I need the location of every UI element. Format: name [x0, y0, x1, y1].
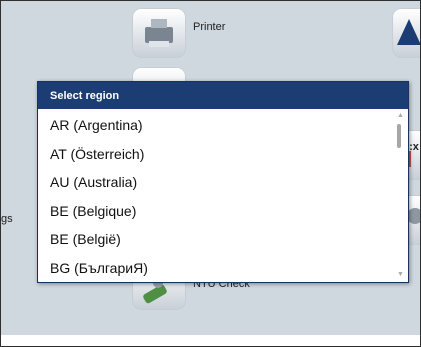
list-item[interactable]: AT (Österreich) [38, 140, 390, 169]
list-item[interactable]: AU (Australia) [38, 168, 390, 197]
printer-icon [145, 19, 173, 47]
list-item[interactable]: BE (Belgique) [38, 197, 390, 226]
scroll-down-icon[interactable]: ▼ [397, 271, 404, 278]
arrow-icon [397, 19, 420, 45]
list-item[interactable]: BE (België) [38, 225, 390, 254]
scrollbar[interactable]: ▲ ▼ [392, 110, 408, 280]
right-tile-top[interactable] [393, 9, 420, 57]
select-region-dialog: Select region AR (Argentina) AT (Österre… [37, 81, 409, 283]
partial-left-label: gs [1, 213, 13, 225]
bottom-strip [1, 335, 420, 346]
dialog-title: Select region [38, 82, 408, 109]
scroll-thumb[interactable] [397, 124, 401, 148]
region-list[interactable]: AR (Argentina) AT (Österreich) AU (Austr… [38, 111, 390, 282]
scroll-up-icon[interactable]: ▲ [397, 112, 404, 119]
printer-label: Printer [193, 21, 226, 33]
app-screen: Printer NTU Check gs 1:x Select region A… [0, 0, 421, 347]
list-item[interactable]: AR (Argentina) [38, 111, 390, 140]
printer-tile[interactable] [133, 9, 185, 57]
list-item[interactable]: BG (БългариЯ) [38, 254, 390, 283]
